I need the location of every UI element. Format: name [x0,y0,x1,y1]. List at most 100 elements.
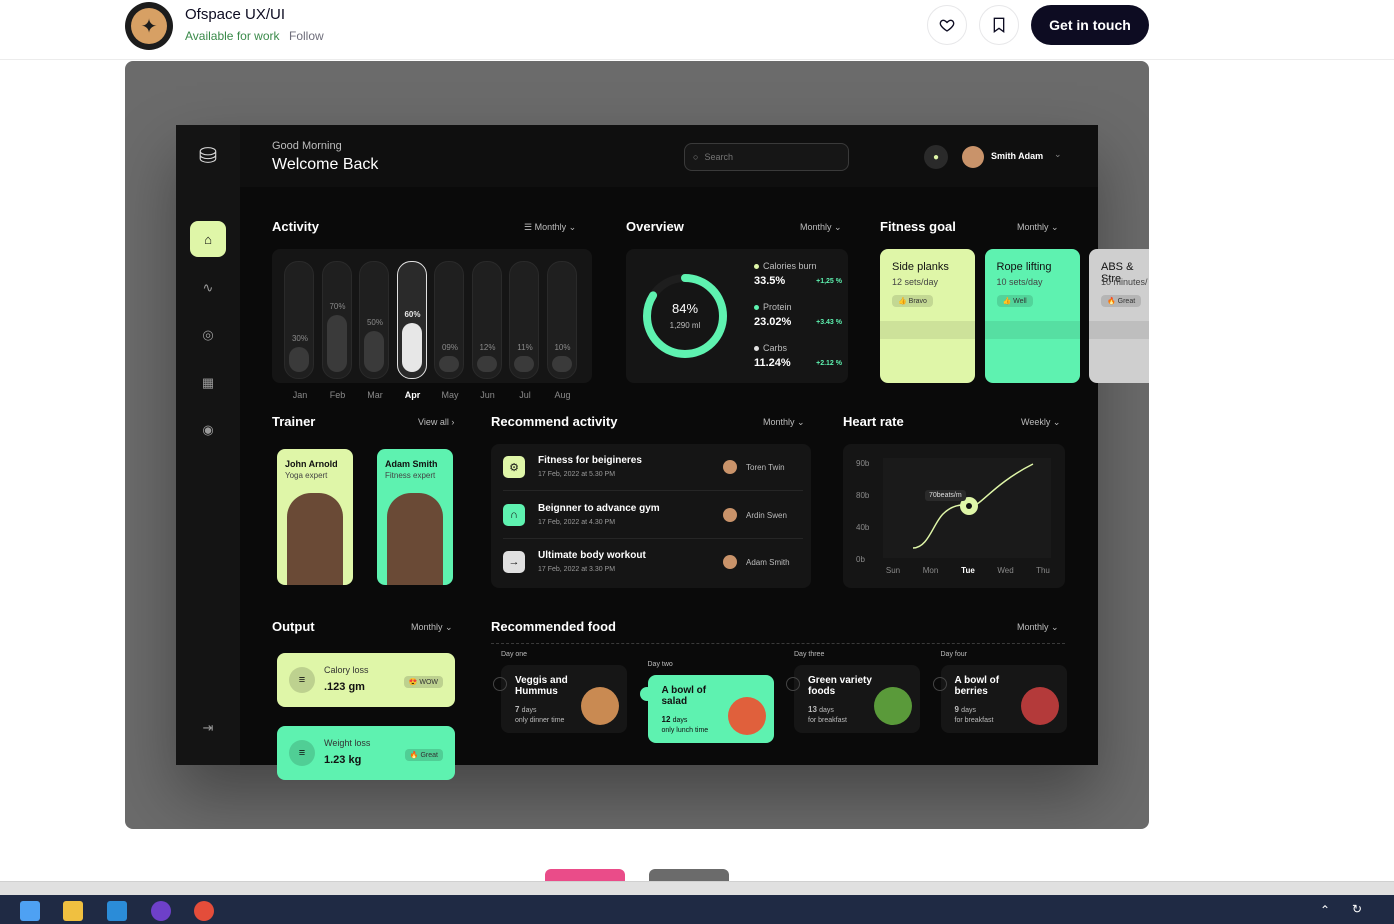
food-card[interactable]: A bowl of berries 9 days for breakfast [932,665,1067,733]
heart-rate-y-label: 90b [856,459,870,468]
activity-bar[interactable]: 60% Apr [396,261,427,400]
goal-sub: 12 sets/day [892,277,939,287]
recommend-date: 17 Feb, 2022 at 5.30 PM [538,471,616,478]
fitness-goal-card[interactable]: Side planks 12 sets/day 👍 Bravo [880,249,975,383]
recommend-date: 17 Feb, 2022 at 4.30 PM [538,518,616,526]
chevron-down-icon[interactable]: ⌄ [1054,149,1062,160]
trainer-photo [287,493,343,585]
legend-name: Calories burn [763,261,817,271]
activity-bar[interactable]: 30% Jan [284,261,314,400]
legend-name: Carbs [763,343,788,353]
check-icon[interactable] [932,677,947,691]
activity-bar-fill [514,356,534,372]
activity-bar-pct: 12% [479,343,496,352]
legend-values: 33.5% +1,25 % [754,275,842,287]
output-badge: 🔥 Great [404,749,443,761]
recommend-title: Beignner to advance gym [538,502,660,514]
folder-icon[interactable] [63,901,83,921]
trainer-name: Ardin Swen [746,510,787,520]
food-card[interactable]: Veggis and Hummus 7 days only dinner time [493,665,627,733]
activity-bar-month: Jan [292,390,308,400]
user-avatar[interactable] [962,146,984,168]
food-period[interactable]: Monthly ⌄ [1017,622,1059,633]
vscode-icon[interactable] [107,901,127,921]
horizontal-scrollbar[interactable] [0,881,1394,895]
target-icon: ◎ [202,327,214,342]
shot-thumbnail[interactable] [649,869,729,881]
food-day-label: Day one [501,651,528,658]
trainer-card[interactable]: Adam Smith Fitness expert [377,449,453,585]
check-icon[interactable] [493,677,507,691]
kettlebell-logo-icon: ⛁ [198,143,218,168]
follow-link[interactable]: Follow [289,29,324,43]
activity-bar[interactable]: 12% Jun [471,261,502,400]
food-days-count: 12 [661,715,673,724]
like-button[interactable] [927,5,967,45]
refresh-icon[interactable]: ↻ [1352,902,1362,916]
check-icon[interactable] [786,677,800,691]
output-card[interactable]: ≡ Calory loss .123 gm 😍 WOW [277,653,455,707]
greeting: Good Morning [272,140,342,152]
recommend-period[interactable]: Monthly ⌄ [763,417,805,428]
nav-activity[interactable]: ∿ [190,270,226,306]
shot-thumbnail-active[interactable] [545,869,625,881]
overview-period[interactable]: Monthly ⌄ [800,222,842,233]
activity-period[interactable]: ☰ Monthly ⌄ [524,222,576,233]
recommend-row[interactable]: ⚙ Fitness for beigineres 17 Feb, 2022 at 5… [491,444,811,491]
recommend-row[interactable]: → Ultimate body workout 17 Feb, 2022 at 3.… [491,539,811,586]
food-card[interactable]: A bowl of salad 12 days only lunch time [639,675,774,743]
food-bowl-image [727,697,766,735]
activity-bar-pct: 70% [329,302,346,311]
nav-home[interactable]: ⌂ [190,221,226,257]
view-all-link[interactable]: View all › [418,417,454,427]
trainer-card[interactable]: John Arnold Yoga expert [277,449,353,585]
search-input[interactable] [704,152,835,162]
save-button[interactable] [979,5,1019,45]
nav-goals[interactable]: ◎ [190,317,226,353]
overview-title: Overview [626,219,684,234]
shot-frame: ⛁ ⌂ ∿ ◎ ▦ ◉ ⇥ Good Morning Welcome Back … [125,61,1149,829]
activity-bar[interactable]: 11% Jul [509,261,539,400]
nav-calendar[interactable]: ▦ [190,365,226,401]
heart-rate-period[interactable]: Weekly ⌄ [1021,417,1060,428]
food-card[interactable]: Green variety foods 13 days for breakfast [786,665,920,733]
activity-bar-fill [364,331,384,372]
studio-name[interactable]: Ofspace UX/UI [185,6,285,23]
fitness-goal-period[interactable]: Monthly ⌄ [1017,222,1059,233]
heart-rate-x-label: Wed [997,566,1014,575]
fitness-goal-title: Fitness goal [880,219,956,234]
food-day-label: Day four [940,651,967,658]
activity-bar-pct: 09% [441,343,458,352]
user-circle-icon: ◉ [202,422,214,437]
user-name[interactable]: Smith Adam [991,151,1043,161]
activity-bar[interactable]: 70% Feb [321,261,352,400]
food-days-unit: days [672,717,688,724]
food-days-unit: days [521,707,537,714]
heart-rate-x-label: Tue [961,566,975,575]
activity-bar[interactable]: 50% Mar [359,261,389,400]
activity-bar[interactable]: 09% May [434,261,464,400]
check-icon[interactable] [639,687,654,701]
food-day-label: Day two [647,661,673,668]
studio-avatar[interactable]: ✦ [125,2,173,50]
activity-bar[interactable]: 10% Aug [546,261,577,400]
nav-logout[interactable]: ⇥ [190,710,226,746]
search-box[interactable]: ○ [684,143,849,171]
fitness-goal-card[interactable]: Rope lifting 10 sets/day 👍 Well [984,249,1080,383]
heart-rate-x-label: Sun [885,566,901,575]
notification-bell-icon[interactable]: ● [924,145,948,169]
activity-icon: → [503,551,525,573]
chevron-up-icon[interactable]: ⌃ [1320,903,1330,917]
github-icon[interactable] [151,901,171,921]
recommend-row[interactable]: ∩ Beignner to advance gym 17 Feb, 2022 at … [491,492,811,539]
output-period[interactable]: Monthly ⌄ [411,622,453,633]
start-icon[interactable] [20,901,40,921]
recommend-list: ⚙ Fitness for beigineres 17 Feb, 2022 at 5… [491,444,811,588]
get-in-touch-button[interactable]: Get in touch [1031,5,1149,45]
nav-profile[interactable]: ◉ [190,412,226,448]
activity-bar-fill [476,356,497,372]
output-card[interactable]: ≡ Weight loss 1.23 kg 🔥 Great [277,726,455,780]
activity-bar-month: Aug [554,390,571,400]
chrome-icon[interactable] [194,901,214,921]
fitness-goal-card[interactable]: ABS & Stre 10 minutes/🔥 Great [1089,249,1149,383]
